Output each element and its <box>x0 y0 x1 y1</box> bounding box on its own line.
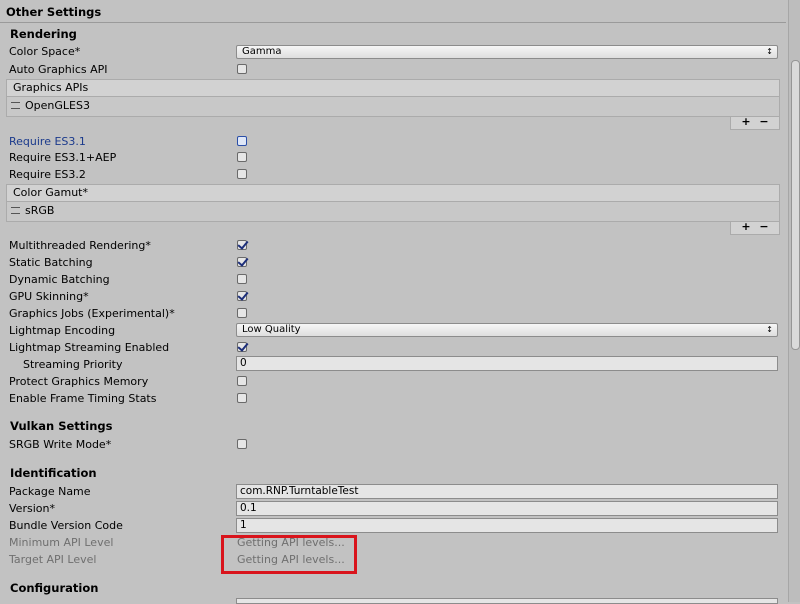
drag-handle-icon[interactable] <box>11 206 20 214</box>
graphics-jobs-checkbox[interactable] <box>237 308 247 318</box>
bundle-version-code-label: Bundle Version Code <box>9 519 123 532</box>
configuration-section-title: Configuration <box>10 581 99 595</box>
remove-icon[interactable]: − <box>755 116 773 127</box>
color-gamut-header-label: Color Gamut* <box>13 186 88 199</box>
gpu-skinning-label: GPU Skinning* <box>9 290 89 303</box>
add-icon[interactable]: + <box>737 116 755 127</box>
static-batching-label: Static Batching <box>9 256 93 269</box>
require-es31-aep-label: Require ES3.1+AEP <box>9 151 117 164</box>
static-batching-checkbox[interactable] <box>237 257 247 267</box>
protect-graphics-memory-checkbox[interactable] <box>237 376 247 386</box>
configuration-field-partial[interactable] <box>236 598 778 604</box>
version-label: Version* <box>9 502 55 515</box>
vulkan-section-title: Vulkan Settings <box>10 419 113 433</box>
auto-graphics-api-label: Auto Graphics API <box>9 63 108 76</box>
remove-icon[interactable]: − <box>755 221 773 232</box>
auto-graphics-api-checkbox[interactable] <box>237 64 247 74</box>
dynamic-batching-checkbox[interactable] <box>237 274 247 284</box>
drag-handle-icon[interactable] <box>11 101 20 109</box>
graphics-apis-list-footer: + − <box>730 116 780 130</box>
dropdown-arrow-icon: ↕ <box>766 325 773 334</box>
scrollbar-thumb[interactable] <box>791 60 800 350</box>
lightmap-encoding-dropdown[interactable]: Low Quality ↕ <box>236 323 778 337</box>
multithreaded-rendering-checkbox[interactable] <box>237 240 247 250</box>
multithreaded-rendering-label: Multithreaded Rendering* <box>9 239 151 252</box>
require-es32-label: Require ES3.2 <box>9 168 86 181</box>
require-es31-label: Require ES3.1 <box>9 135 86 148</box>
color-gamut-list-item[interactable]: sRGB <box>6 202 780 222</box>
header-divider <box>0 22 786 23</box>
graphics-apis-list-header: Graphics APIs <box>6 79 780 97</box>
target-api-level-label: Target API Level <box>9 553 97 566</box>
graphics-apis-header-label: Graphics APIs <box>13 81 89 94</box>
color-space-dropdown[interactable]: Gamma ↕ <box>236 45 778 59</box>
srgb-write-mode-checkbox[interactable] <box>237 439 247 449</box>
color-gamut-item-label: sRGB <box>25 204 55 217</box>
add-icon[interactable]: + <box>737 221 755 232</box>
min-api-level-label: Minimum API Level <box>9 536 114 549</box>
gpu-skinning-checkbox[interactable] <box>237 291 247 301</box>
lightmap-streaming-label: Lightmap Streaming Enabled <box>9 341 170 354</box>
frame-timing-stats-checkbox[interactable] <box>237 393 247 403</box>
require-es31-checkbox[interactable] <box>237 136 247 146</box>
player-settings-panel: Other Settings Rendering Color Space* Ga… <box>0 0 786 604</box>
identification-section-title: Identification <box>10 466 97 480</box>
graphics-apis-list-item[interactable]: OpenGLES3 <box>6 97 780 117</box>
dropdown-arrow-icon: ↕ <box>766 47 773 56</box>
other-settings-header[interactable]: Other Settings <box>6 5 101 19</box>
color-space-value: Gamma <box>242 46 282 57</box>
package-name-label: Package Name <box>9 485 91 498</box>
streaming-priority-label: Streaming Priority <box>23 358 123 371</box>
lightmap-encoding-label: Lightmap Encoding <box>9 324 116 337</box>
color-space-label: Color Space* <box>9 45 81 58</box>
package-name-field[interactable]: com.RNP.TurntableTest <box>236 484 778 499</box>
graphics-api-item-label: OpenGLES3 <box>25 99 90 112</box>
streaming-priority-field[interactable]: 0 <box>236 356 778 371</box>
color-gamut-list-header: Color Gamut* <box>6 184 780 202</box>
graphics-jobs-label: Graphics Jobs (Experimental)* <box>9 307 175 320</box>
lightmap-streaming-checkbox[interactable] <box>237 342 247 352</box>
highlight-annotation-box <box>221 535 357 574</box>
lightmap-encoding-value: Low Quality <box>242 324 301 335</box>
dynamic-batching-label: Dynamic Batching <box>9 273 110 286</box>
srgb-write-mode-label: SRGB Write Mode* <box>9 438 112 451</box>
protect-graphics-memory-label: Protect Graphics Memory <box>9 375 149 388</box>
frame-timing-stats-label: Enable Frame Timing Stats <box>9 392 157 405</box>
color-gamut-list-footer: + − <box>730 221 780 235</box>
require-es32-checkbox[interactable] <box>237 169 247 179</box>
require-es31-aep-checkbox[interactable] <box>237 152 247 162</box>
bundle-version-code-field[interactable]: 1 <box>236 518 778 533</box>
version-field[interactable]: 0.1 <box>236 501 778 516</box>
rendering-section-title: Rendering <box>10 27 77 41</box>
